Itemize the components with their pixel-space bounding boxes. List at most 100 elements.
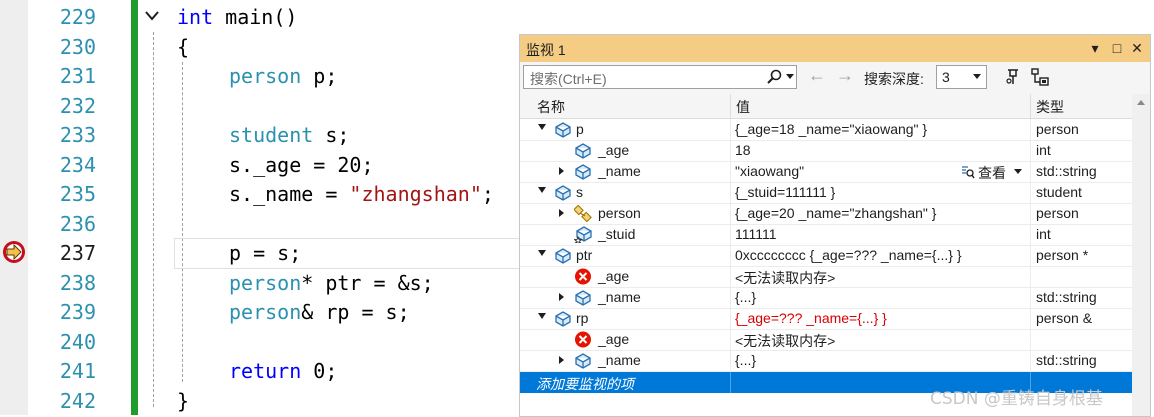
line-number: 238 bbox=[59, 271, 96, 295]
line-number: 230 bbox=[59, 35, 96, 59]
collapse-triangle-icon[interactable] bbox=[538, 250, 546, 256]
search-forward-arrow-icon[interactable]: → bbox=[836, 65, 854, 86]
collapse-triangle-icon[interactable] bbox=[538, 313, 546, 319]
expand-triangle-icon[interactable] bbox=[559, 356, 564, 364]
view-button[interactable]: 查看 bbox=[978, 163, 1006, 183]
column-divider[interactable] bbox=[1030, 94, 1031, 118]
scroll-up-arrow-icon[interactable] bbox=[1137, 100, 1145, 105]
vertical-scrollbar[interactable] bbox=[1132, 94, 1150, 416]
row-name: _name bbox=[598, 289, 641, 305]
collapse-triangle-icon[interactable] bbox=[538, 124, 546, 130]
type-name: person bbox=[229, 300, 302, 324]
line-number: 234 bbox=[59, 153, 96, 177]
watch-row[interactable]: _age <无法读取内存> bbox=[520, 266, 1132, 288]
collapse-triangle-icon[interactable] bbox=[538, 187, 546, 193]
line-number: 233 bbox=[59, 123, 96, 147]
code-text: ; bbox=[481, 182, 494, 206]
pin-icon[interactable] bbox=[1004, 67, 1024, 87]
breakpoint-gutter[interactable] bbox=[0, 0, 28, 415]
code-line-235: s._name = "zhangshan"; bbox=[229, 180, 494, 210]
column-divider[interactable] bbox=[730, 94, 731, 118]
window-dropdown-button[interactable]: ▾ bbox=[1086, 38, 1104, 58]
maximize-button[interactable]: □ bbox=[1108, 38, 1126, 58]
watch-row[interactable]: p {_age=18 _name="xiaowang" } person bbox=[520, 119, 1132, 141]
search-depth-select[interactable]: 3 bbox=[936, 65, 987, 89]
row-value: {_age=20 _name="zhangshan" } bbox=[735, 205, 937, 221]
search-back-arrow-icon[interactable]: ← bbox=[808, 65, 826, 86]
search-input[interactable]: 搜索(Ctrl+E) bbox=[523, 65, 797, 89]
row-name: _name bbox=[598, 352, 641, 368]
line-numbers: 229 230 231 232 233 234 235 236 237 238 … bbox=[28, 0, 98, 415]
row-value: {...} bbox=[735, 352, 757, 368]
row-value: {_stuid=111111 } bbox=[735, 184, 836, 200]
field-icon bbox=[575, 143, 591, 159]
code-text: s._name = bbox=[229, 182, 350, 206]
close-button[interactable]: ✕ bbox=[1128, 38, 1146, 58]
row-name: _name bbox=[598, 163, 641, 179]
watermark: CSDN @重铸自身根基 bbox=[930, 389, 1103, 409]
field-icon bbox=[575, 290, 591, 306]
search-options-chevron-icon[interactable] bbox=[786, 74, 794, 79]
code-text: * ptr = &s; bbox=[301, 271, 434, 295]
watch-row[interactable]: _name {...} std::string bbox=[520, 350, 1132, 372]
row-type: person * bbox=[1036, 247, 1089, 263]
row-name: p bbox=[576, 121, 584, 137]
watch-row[interactable]: ptr 0xcccccccc {_age=??? _name={...} } p… bbox=[520, 245, 1132, 267]
watch-row[interactable]: rp {_age=??? _name={...} } person & bbox=[520, 308, 1132, 330]
line-number: 231 bbox=[59, 64, 96, 88]
watch-row[interactable]: _name "xiaowang" 查看 std::string bbox=[520, 161, 1132, 183]
line-number: 241 bbox=[59, 359, 96, 383]
expand-triangle-icon[interactable] bbox=[559, 167, 564, 175]
row-name: _stuid bbox=[598, 226, 636, 242]
watch-row[interactable]: s {_stuid=111111 } student bbox=[520, 182, 1132, 204]
watch-row[interactable]: _age <无法读取内存> bbox=[520, 329, 1132, 351]
hierarchy-view-icon[interactable] bbox=[1030, 67, 1050, 87]
watch-window: 监视 1 ▾ □ ✕ 搜索(Ctrl+E) ← → 搜索深度: 3 名称 值 类… bbox=[519, 34, 1151, 417]
keyword: return bbox=[229, 359, 302, 383]
variable-object-icon bbox=[555, 248, 571, 264]
watch-title-bar[interactable]: 监视 1 ▾ □ ✕ bbox=[520, 35, 1150, 62]
code-text: s; bbox=[313, 123, 350, 147]
code-line-231: person p; bbox=[229, 62, 337, 92]
base-class-icon bbox=[574, 205, 592, 222]
row-type: person bbox=[1036, 121, 1079, 137]
variable-object-icon bbox=[555, 122, 571, 138]
search-placeholder: 搜索(Ctrl+E) bbox=[530, 71, 607, 87]
current-line-number: 237 bbox=[59, 241, 96, 265]
row-value-changed: {_age=??? _name={...} } bbox=[735, 310, 887, 326]
chevron-down-icon[interactable] bbox=[1014, 169, 1022, 174]
line-number: 235 bbox=[59, 182, 96, 206]
column-header-name[interactable]: 名称 bbox=[537, 97, 565, 117]
field-icon bbox=[575, 164, 591, 180]
row-name: _age bbox=[598, 142, 630, 158]
row-value: 0xcccccccc {_age=??? _name={...} } bbox=[735, 247, 962, 263]
row-type: std::string bbox=[1036, 289, 1097, 305]
column-header-value[interactable]: 值 bbox=[736, 97, 750, 117]
column-header-type[interactable]: 类型 bbox=[1036, 97, 1064, 117]
code-text: p; bbox=[301, 64, 338, 88]
expand-triangle-icon[interactable] bbox=[559, 293, 564, 301]
expand-triangle-icon[interactable] bbox=[559, 209, 564, 217]
watch-row[interactable]: _age 18 int bbox=[520, 140, 1132, 162]
code-text: main() bbox=[213, 5, 298, 29]
magnifier-visualizer-icon[interactable] bbox=[961, 165, 975, 179]
add-watch-placeholder[interactable]: 添加要监视的项 bbox=[536, 374, 634, 394]
code-line-241: return 0; bbox=[229, 357, 337, 387]
variable-object-icon bbox=[555, 311, 571, 327]
row-value: 18 bbox=[735, 142, 751, 158]
type-name: person bbox=[229, 64, 302, 88]
row-value: "xiaowang" bbox=[735, 163, 805, 179]
line-number: 242 bbox=[59, 389, 96, 413]
code-text: 0; bbox=[301, 359, 338, 383]
search-depth-label: 搜索深度: bbox=[864, 71, 924, 87]
watch-row[interactable]: _stuid 111111 int bbox=[520, 224, 1132, 246]
search-icon[interactable] bbox=[766, 69, 782, 85]
line-number: 229 bbox=[59, 5, 96, 29]
code-line-233: student s; bbox=[229, 121, 349, 151]
row-value: {_age=18 _name="xiaowang" } bbox=[735, 121, 928, 137]
code-line-238: person* ptr = &s; bbox=[229, 269, 434, 299]
watch-row[interactable]: person {_age=20 _name="zhangshan" } pers… bbox=[520, 203, 1132, 225]
watch-row[interactable]: _name {...} std::string bbox=[520, 287, 1132, 309]
row-type: std::string bbox=[1036, 352, 1097, 368]
protected-field-icon bbox=[574, 226, 592, 243]
